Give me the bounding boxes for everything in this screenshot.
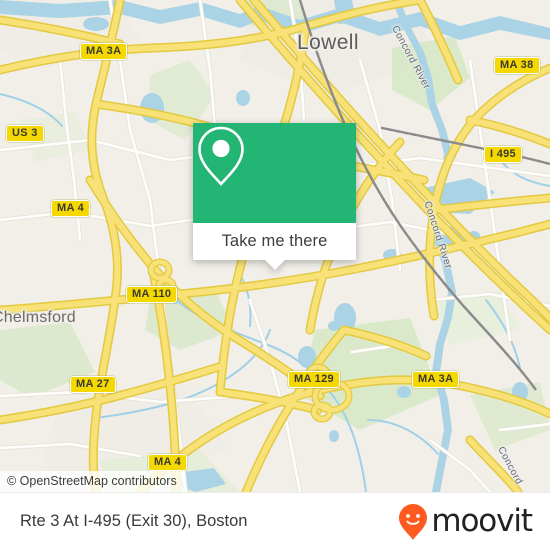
map-pin-icon <box>198 126 244 186</box>
moovit-brand[interactable]: moovit <box>398 503 533 541</box>
road-shield-i-495[interactable]: I 495 <box>484 146 522 163</box>
place-label-chelmsford: Chelmsford <box>0 309 76 326</box>
road-shield-ma-4-north[interactable]: MA 4 <box>51 200 91 217</box>
poi-popup-card[interactable]: Take me there <box>193 123 356 270</box>
moovit-station-map-screenshot: .wtr{fill:#aad3e5;} .wln{stroke:#9fd0e8;… <box>0 0 550 550</box>
road-shield-ma-38[interactable]: MA 38 <box>494 57 540 74</box>
moovit-wordmark: moovit <box>431 503 533 539</box>
road-shield-ma-4-south[interactable]: MA 4 <box>148 454 188 471</box>
road-shield-ma-3a-south[interactable]: MA 3A <box>412 371 460 388</box>
road-shield-ma-129[interactable]: MA 129 <box>288 371 340 388</box>
road-shield-ma-27[interactable]: MA 27 <box>70 376 116 393</box>
moovit-pin-icon <box>399 503 428 540</box>
footer-bar: Rte 3 At I-495 (Exit 30), Boston moovit <box>0 492 550 550</box>
take-me-there-button[interactable]: Take me there <box>193 223 356 270</box>
station-title: Rte 3 At I-495 (Exit 30), Boston <box>20 512 248 530</box>
poi-card-icon-area <box>193 123 356 223</box>
take-me-there-label: Take me there <box>221 232 328 250</box>
road-shield-us-3[interactable]: US 3 <box>6 125 44 142</box>
road-shield-ma-110[interactable]: MA 110 <box>126 286 178 303</box>
map-canvas[interactable]: .wtr{fill:#aad3e5;} .wln{stroke:#9fd0e8;… <box>0 0 550 492</box>
road-shield-ma-3a-north[interactable]: MA 3A <box>80 43 128 60</box>
callout-tail <box>264 260 285 270</box>
map-attribution[interactable]: © OpenStreetMap contributors <box>0 471 185 492</box>
place-label-lowell: Lowell <box>297 31 359 54</box>
